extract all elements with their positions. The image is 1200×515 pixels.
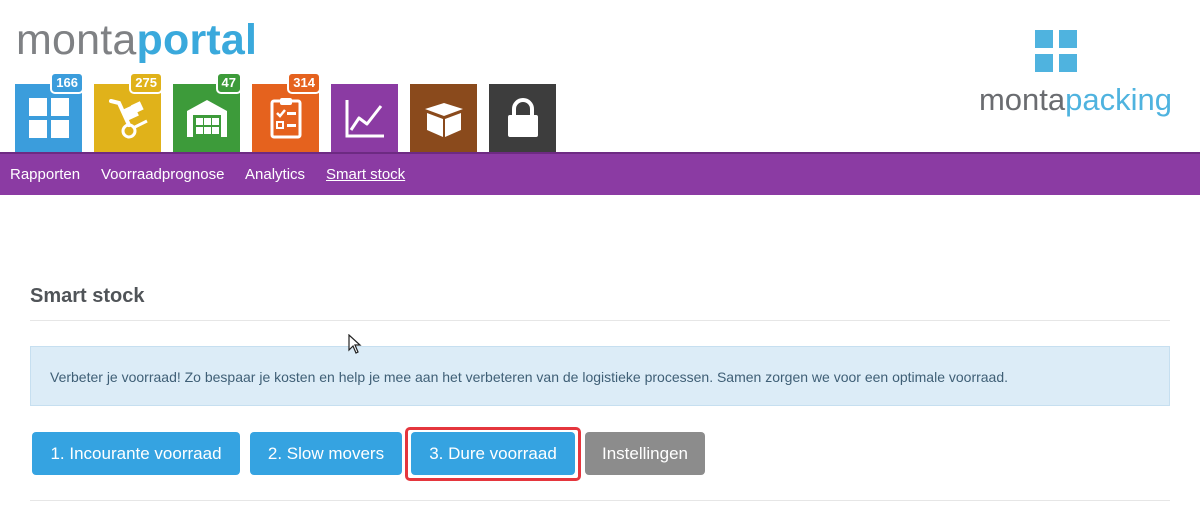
tile-dashboard[interactable]: 166 (15, 72, 84, 152)
incourante-voorraad-button[interactable]: 1. Incourante voorraad (32, 432, 240, 475)
montapacking-logo: montapacking (947, 30, 1172, 130)
nav-item-voorraadprognose[interactable]: Voorraadprognose (101, 166, 224, 183)
page-title: Smart stock (30, 285, 145, 307)
subnav-bar: Rapporten Voorraadprognose Analytics Sma… (0, 152, 1200, 195)
nav-item-smart-stock[interactable]: Smart stock (326, 166, 405, 183)
mouse-cursor-icon (348, 334, 362, 354)
logo-part-monta: monta (978, 82, 1066, 117)
logo-squares-icon (1035, 30, 1081, 76)
warehouse-icon (186, 100, 227, 137)
open-box-icon (424, 103, 463, 137)
line-chart-icon (345, 100, 384, 138)
tile-orders[interactable]: 314 (252, 72, 321, 152)
tile-shipping[interactable]: 275 (94, 72, 163, 152)
tile-warehouse[interactable]: 47 (173, 72, 242, 152)
instellingen-button[interactable]: Instellingen (585, 432, 705, 475)
tile-badge: 275 (129, 72, 163, 94)
brand-part-monta: monta (16, 16, 137, 64)
tile-badge: 166 (50, 72, 84, 94)
tile-badge: 47 (215, 72, 242, 94)
montaportal-brand: montaportal (16, 14, 257, 66)
nav-item-rapporten[interactable]: Rapporten (10, 166, 80, 183)
clipboard-checklist-icon (270, 98, 301, 139)
tile-reports[interactable] (331, 84, 398, 152)
dashboard-grid-icon (28, 98, 69, 138)
divider (30, 320, 1170, 321)
tile-badge: 314 (287, 72, 321, 94)
padlock-icon (507, 98, 538, 137)
logo-wordmark: montapacking (979, 82, 1172, 118)
divider (30, 500, 1170, 501)
brand-part-portal: portal (136, 16, 258, 64)
slow-movers-button[interactable]: 2. Slow movers (250, 432, 402, 475)
info-alert: Verbeter je voorraad! Zo bespaar je kost… (30, 346, 1170, 406)
highlight-frame (405, 427, 581, 481)
tile-security[interactable] (489, 84, 556, 152)
logo-part-packing: packing (1065, 82, 1172, 117)
nav-item-analytics[interactable]: Analytics (245, 166, 305, 183)
hand-truck-icon (108, 99, 148, 139)
tile-products[interactable] (410, 84, 477, 152)
